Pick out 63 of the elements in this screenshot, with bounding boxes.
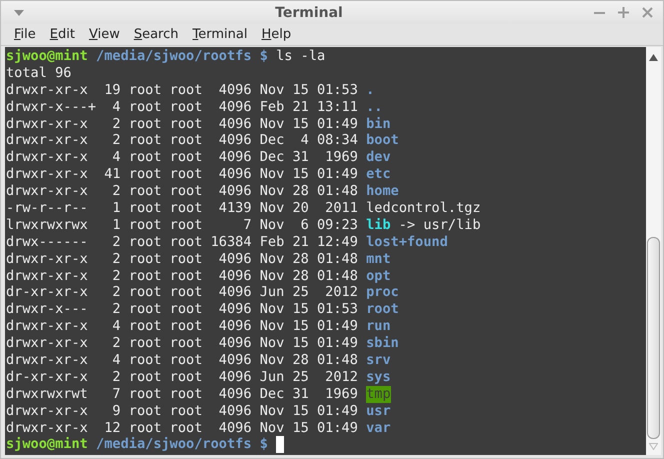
command-text: ls -la: [275, 48, 326, 65]
menu-item[interactable]: View: [80, 27, 125, 42]
file-name: boot: [366, 132, 399, 150]
prompt-user: sjwoo@mint: [6, 48, 88, 65]
listing-details: drwxr-x--- 2 root root 4096 Nov 15 01:53: [6, 301, 358, 318]
listing-details: drwxr-xr-x 9 root root 4096 Nov 15 01:49: [6, 402, 358, 420]
file-name: ledcontrol.tgz: [366, 200, 481, 217]
window-menu-icon[interactable]: [14, 10, 24, 16]
listing-details: drwxr-xr-x 4 root root 4096 Nov 15 01:49: [6, 318, 358, 336]
listing-details: drwxr-xr-x 19 root root 4096 Nov 15 01:53: [6, 82, 358, 99]
file-name: opt: [366, 268, 391, 284]
listing-details: dr-xr-xr-x 2 root root 4096 Jun 25 2012: [6, 368, 358, 386]
scroll-up-icon[interactable]: [649, 54, 658, 61]
listing-details: drwxr-xr-x 2 root root 4096 Nov 15 01:49: [6, 116, 358, 132]
listing-details: drwxr-xr-x 2 root root 4096 Dec 4 08:34: [6, 132, 358, 150]
listing-details: drwxr-xr-x 2 root root 4096 Nov 28 01:48: [6, 183, 358, 200]
file-name: .: [366, 82, 374, 99]
listing-details: drwxr-xr-x 2 root root 4096 Nov 28 01:48: [6, 268, 358, 284]
menu-item[interactable]: Help: [252, 27, 296, 42]
close-icon[interactable]: [642, 7, 653, 18]
listing-details: dr-xr-xr-x 2 root root 4096 Jun 25 2012: [6, 284, 358, 302]
prompt-user: sjwoo@mint: [6, 436, 88, 454]
file-name: tmp: [366, 386, 391, 403]
file-name: bin: [366, 116, 391, 132]
menu-item[interactable]: Edit: [40, 27, 80, 42]
file-name: lost+found: [366, 234, 448, 251]
file-name: srv: [366, 352, 391, 369]
listing-details: drwxr-xr-x 4 root root 4096 Dec 31 1969: [6, 149, 358, 166]
listing-details: drwxr-xr-x 12 root root 4096 Nov 15 01:49: [6, 420, 358, 436]
file-name: sys: [366, 368, 391, 386]
listing-details: drwxr-xr-x 2 root root 4096 Nov 15 01:49: [6, 335, 358, 352]
scroll-down-icon[interactable]: [649, 443, 658, 450]
file-name: proc: [366, 284, 399, 302]
listing-details: drwxr-xr-x 4 root root 4096 Nov 28 01:48: [6, 352, 358, 369]
menu-item[interactable]: File: [5, 27, 41, 42]
listing-details: drwxr-xr-x 2 root root 4096 Nov 28 01:48: [6, 250, 358, 268]
file-name: home: [366, 183, 399, 200]
file-name: etc: [366, 166, 391, 184]
listing-details: drwxrwxrwt 7 root root 4096 Dec 31 1969: [6, 386, 358, 403]
prompt-path: /media/sjwoo/rootfs $: [95, 48, 268, 65]
prompt-path: /media/sjwoo/rootfs $: [95, 436, 268, 454]
listing-details: drwxr-xr-x 41 root root 4096 Nov 15 01:49: [6, 166, 358, 184]
scroll-thumb[interactable]: [647, 237, 660, 439]
output-line: total 96: [6, 64, 72, 82]
link-target: -> usr/lib: [398, 216, 481, 234]
file-name: sbin: [366, 335, 399, 352]
listing-details: drwx------ 2 root root 16384 Feb 21 12:49: [6, 234, 358, 251]
file-name: usr: [366, 402, 391, 420]
listing-details: lrwxrwxrwx 1 root root 7 Nov 6 09:23: [6, 216, 358, 234]
file-name: dev: [366, 149, 391, 166]
file-name: ..: [366, 98, 382, 116]
file-name: mnt: [366, 250, 391, 268]
menu-item[interactable]: Terminal: [184, 27, 252, 42]
file-name: root: [366, 301, 399, 318]
file-name: run: [366, 318, 391, 336]
maximize-icon[interactable]: [618, 7, 629, 18]
listing-details: drwxr-x---+ 4 root root 4096 Feb 21 13:11: [6, 98, 358, 116]
window-title: Terminal: [274, 4, 344, 20]
menu-item[interactable]: Search: [124, 27, 184, 42]
listing-details: -rw-r--r-- 1 root root 4139 Nov 20 2011: [6, 200, 358, 217]
file-name: var: [366, 420, 391, 436]
file-name: lib: [366, 216, 391, 234]
scroll-bar[interactable]: [646, 47, 661, 455]
